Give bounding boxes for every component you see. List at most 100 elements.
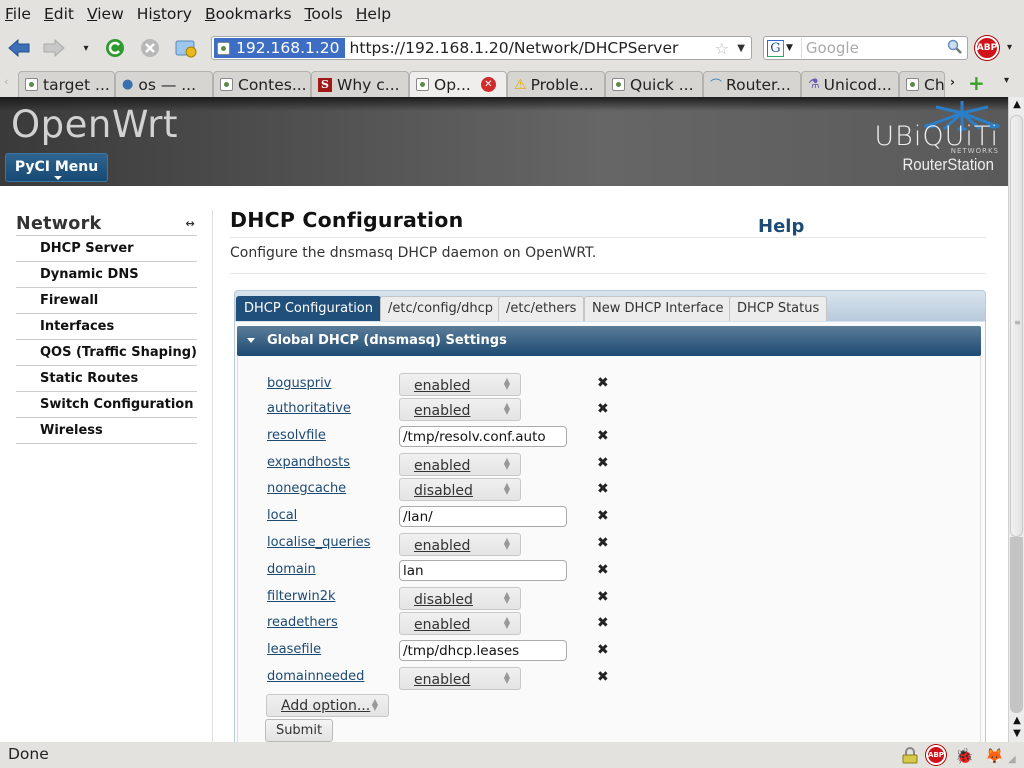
browser-tab[interactable]: target ...	[18, 71, 115, 97]
option-value-select[interactable]: enabled ▲ ▼	[399, 667, 521, 690]
scroll-tabs-right-icon[interactable]: ›	[950, 75, 955, 89]
url-dropdown-icon[interactable]: ▼	[737, 43, 745, 54]
menu-file[interactable]: File	[5, 5, 31, 23]
browser-tab[interactable]: Ch	[899, 71, 945, 97]
adblock-button[interactable]: ABP	[975, 36, 999, 60]
new-tab-icon[interactable]: +	[968, 71, 985, 95]
back-button[interactable]	[7, 38, 31, 58]
firebug-icon[interactable]: 🐞	[955, 747, 974, 765]
scroll-down-icon[interactable]: ▼	[1009, 727, 1024, 741]
url-bar[interactable]: 192.168.1.20 https://192.168.1.20/Networ…	[211, 36, 752, 60]
option-name-link[interactable]: readethers	[267, 615, 338, 630]
option-name-link[interactable]: domainneeded	[267, 669, 364, 684]
browser-tab[interactable]: ⚗ Unicod...	[801, 71, 899, 97]
close-tab-icon[interactable]: ✕	[480, 77, 496, 92]
history-dropdown[interactable]: ▾	[74, 38, 98, 58]
openwrt-logo[interactable]: OpenWrt	[11, 103, 178, 146]
search-bar[interactable]: G ▼ Google	[763, 36, 968, 60]
help-link[interactable]: Help	[758, 216, 804, 237]
sidebar-item-static-routes[interactable]: Static Routes	[16, 366, 197, 392]
reload-button[interactable]	[103, 38, 127, 58]
section-header-global-dhcp[interactable]: Global DHCP (dnsmasq) Settings	[237, 326, 981, 356]
pyci-menu-button[interactable]: PyCI Menu	[5, 153, 108, 182]
stop-button[interactable]	[138, 38, 162, 58]
collapse-toggle-icon[interactable]: ↔	[185, 217, 195, 230]
browser-tab[interactable]: ⌒ Router...	[703, 71, 801, 97]
tab-dhcp-status[interactable]: DHCP Status	[729, 296, 828, 321]
page-scrollbar[interactable]: ▲ ≡ ▲ ▼	[1008, 97, 1024, 742]
forward-button[interactable]	[42, 38, 66, 58]
tab-dhcp-configuration[interactable]: DHCP Configuration	[236, 296, 381, 321]
adblock-dropdown-icon[interactable]: ▾	[1007, 42, 1012, 53]
menu-view[interactable]: View	[87, 5, 124, 23]
menu-tools[interactable]: Tools	[305, 5, 343, 23]
option-value-input[interactable]	[399, 640, 567, 661]
tab-new-dhcp-interface[interactable]: New DHCP Interface	[584, 296, 732, 321]
search-input[interactable]: Google	[800, 38, 947, 58]
browser-tab[interactable]: Quick ...	[605, 71, 703, 97]
option-value-input[interactable]	[399, 506, 567, 527]
remove-option-icon[interactable]: ✖	[597, 615, 609, 631]
tab-etc-config-dhcp[interactable]: /etc/config/dhcp	[380, 296, 502, 321]
scrollbar-track[interactable]	[1010, 537, 1023, 713]
option-value-select[interactable]: enabled ▲ ▼	[399, 398, 521, 421]
browser-tab[interactable]: ⚠ Proble...	[507, 71, 605, 97]
remove-option-icon[interactable]: ✖	[597, 375, 609, 391]
resize-grip-icon[interactable]: ◢	[1008, 754, 1016, 765]
sidebar-item-firewall[interactable]: Firewall	[16, 288, 197, 314]
remove-option-icon[interactable]: ✖	[597, 642, 609, 658]
tab-etc-ethers[interactable]: /etc/ethers	[498, 296, 585, 321]
fox-icon[interactable]: 🦊	[985, 747, 1004, 765]
scrollbar-thumb[interactable]: ≡	[1010, 115, 1023, 537]
remove-option-icon[interactable]: ✖	[597, 535, 609, 551]
site-identity[interactable]: 192.168.1.20	[214, 38, 345, 58]
option-value-input[interactable]	[399, 426, 567, 447]
option-name-link[interactable]: nonegcache	[267, 481, 346, 496]
remove-option-icon[interactable]: ✖	[597, 455, 609, 471]
sidebar-item-dynamic-dns[interactable]: Dynamic DNS	[16, 262, 197, 288]
option-name-link[interactable]: expandhosts	[267, 455, 350, 470]
scroll-up-icon[interactable]: ▲	[1009, 98, 1024, 112]
menu-history[interactable]: History	[137, 5, 192, 23]
menu-bookmarks[interactable]: Bookmarks	[205, 5, 292, 23]
remove-option-icon[interactable]: ✖	[597, 481, 609, 497]
option-name-link[interactable]: leasefile	[267, 642, 321, 657]
browser-tab-active[interactable]: Op... ✕	[409, 71, 507, 97]
option-name-link[interactable]: localise_queries	[267, 535, 370, 550]
option-value-select[interactable]: enabled ▲ ▼	[399, 612, 521, 635]
sidebar-item-dhcp-server[interactable]: DHCP Server	[16, 236, 197, 262]
add-option-select[interactable]: Add option... ▲ ▼	[266, 694, 389, 717]
url-text[interactable]: https://192.168.1.20/Network/DHCPServer	[345, 39, 679, 57]
option-name-link[interactable]: resolvfile	[267, 428, 326, 443]
option-value-select[interactable]: enabled ▲ ▼	[399, 533, 521, 556]
option-value-select[interactable]: enabled ▲ ▼	[399, 373, 521, 396]
menu-edit[interactable]: Edit	[44, 5, 74, 23]
list-all-tabs-icon[interactable]: ▾	[1004, 75, 1009, 86]
browser-tab[interactable]: Contes...	[213, 71, 311, 97]
remove-option-icon[interactable]: ✖	[597, 428, 609, 444]
submit-button[interactable]: Submit	[265, 719, 333, 742]
scroll-up-icon[interactable]: ▲	[1009, 714, 1024, 728]
remove-option-icon[interactable]: ✖	[597, 508, 609, 524]
search-icon[interactable]	[947, 39, 962, 58]
option-value-select[interactable]: disabled ▲ ▼	[399, 587, 521, 610]
sidebar-item-qos[interactable]: QOS (Traffic Shaping)	[16, 340, 197, 366]
scroll-tabs-left-icon[interactable]: ‹	[4, 75, 8, 88]
browser-tab[interactable]: ● os — ...	[115, 71, 213, 97]
sidebar-item-wireless[interactable]: Wireless	[16, 418, 197, 444]
remove-option-icon[interactable]: ✖	[597, 401, 609, 417]
sidebar-item-interfaces[interactable]: Interfaces	[16, 314, 197, 340]
menu-help[interactable]: Help	[356, 5, 391, 23]
remove-option-icon[interactable]: ✖	[597, 562, 609, 578]
adblock-status-icon[interactable]: ABP	[926, 745, 946, 765]
option-name-link[interactable]: domain	[267, 562, 316, 577]
option-name-link[interactable]: filterwin2k	[267, 589, 336, 604]
option-name-link[interactable]: boguspriv	[267, 376, 331, 391]
padlock-icon[interactable]	[902, 747, 920, 764]
remove-option-icon[interactable]: ✖	[597, 589, 609, 605]
bookmark-star-icon[interactable]: ☆	[715, 39, 729, 58]
option-name-link[interactable]: local	[267, 508, 297, 523]
option-value-input[interactable]	[399, 560, 567, 581]
browser-tab[interactable]: S Why c...	[311, 71, 409, 97]
option-name-link[interactable]: authoritative	[267, 401, 351, 416]
